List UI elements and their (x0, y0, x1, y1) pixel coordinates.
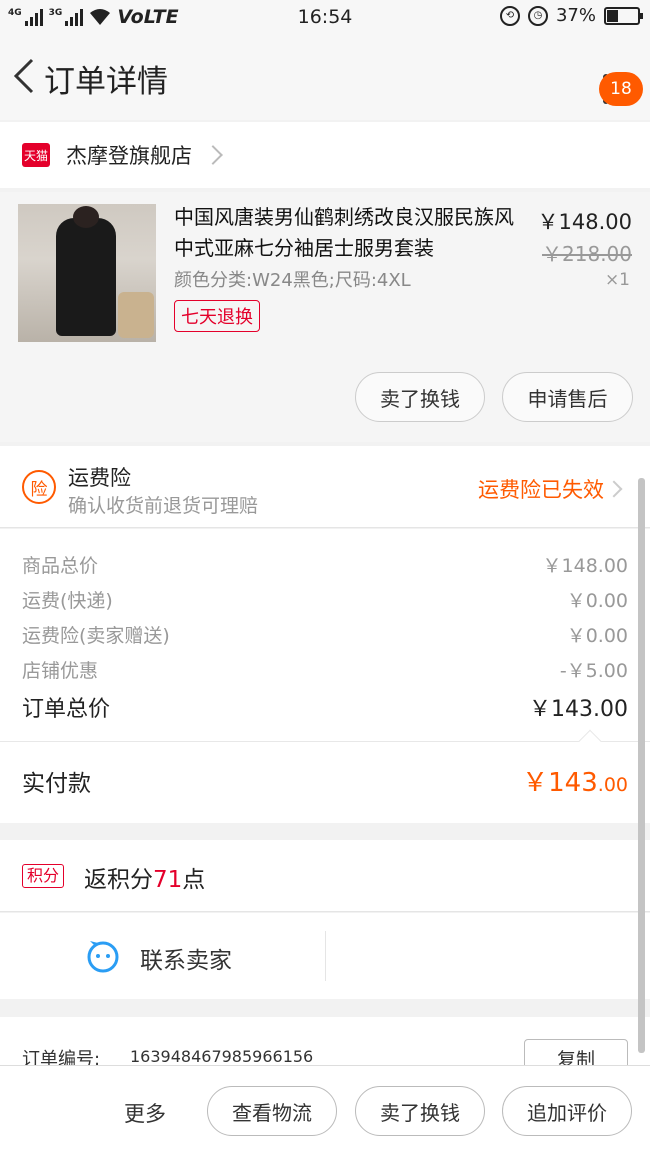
order-number-row: 订单编号: 163948467985966156 复制 (0, 1017, 650, 1067)
points-suffix: 点 (182, 867, 206, 893)
product-spec: 颜色分类:W24黑色;尺码:4XL (174, 270, 411, 291)
back-icon[interactable] (10, 56, 40, 96)
notification-badge: 18 (599, 72, 643, 106)
order-total-label: 订单总价 (22, 697, 111, 722)
product-quantity: ×1 (604, 270, 630, 290)
cost-value: ￥148.00 (542, 555, 628, 577)
copy-button[interactable]: 复制 (524, 1039, 628, 1067)
shop-name: 杰摩登旗舰店 (66, 144, 192, 168)
shop-row[interactable]: 天猫 杰摩登旗舰店 (0, 122, 650, 188)
paid-amount-row: 实付款 ￥143.00 (0, 729, 650, 823)
add-review-button[interactable]: 追加评价 (502, 1086, 632, 1136)
battery-icon (604, 6, 643, 25)
points-tag: 积分 (22, 864, 65, 888)
nav-bar: 订单详情 18 (0, 34, 650, 120)
product-original-price: ￥218.00 (542, 242, 632, 266)
points-number: 71 (153, 867, 183, 893)
insurance-title: 运费险 (68, 466, 131, 490)
insurance-icon: 险 (22, 470, 56, 504)
return-policy-badge: 七天退换 (174, 300, 260, 332)
cost-breakdown: 商品总价 ￥148.00 运费(快递) ￥0.00 运费险(卖家赠送) ￥0.0… (0, 529, 650, 741)
cost-label: 运费险(卖家赠送) (22, 625, 170, 647)
resell-button[interactable]: 卖了换钱 (355, 372, 485, 422)
after-sales-button[interactable]: 申请售后 (502, 372, 633, 422)
tmall-icon: 天猫 (22, 143, 50, 167)
bottom-action-bar: 更多 查看物流 卖了换钱 追加评价 (0, 1065, 650, 1155)
cost-row: 店铺优惠 -￥5.00 (22, 656, 628, 683)
status-right: ⟲ ◷ 37% (499, 5, 643, 26)
insurance-subtitle: 确认收货前退货可理赔 (68, 495, 259, 517)
page-title: 订单详情 (44, 64, 168, 100)
paid-amount-dec: .00 (597, 774, 628, 796)
cost-label: 店铺优惠 (22, 660, 99, 682)
status-bar: 4G 3G VoLTE 16:54 ⟲ ◷ 37% (0, 0, 650, 34)
paid-amount-int: ￥143 (522, 768, 598, 798)
product-image[interactable] (18, 204, 156, 342)
product-price: ￥148.00 (537, 210, 632, 234)
points-text: 返积分71点 (84, 860, 205, 894)
points-prefix: 返积分 (84, 867, 153, 893)
order-total-value: ￥143.00 (529, 697, 628, 722)
paid-label: 实付款 (22, 771, 91, 797)
cost-value: ￥0.00 (566, 590, 628, 612)
cost-value: -￥5.00 (559, 660, 628, 682)
alarm-icon: ◷ (527, 5, 548, 26)
scrollbar[interactable] (638, 478, 645, 1053)
divider (325, 931, 326, 981)
cost-label: 商品总价 (22, 555, 99, 577)
product-title[interactable]: 中国风唐装男仙鹤刺绣改良汉服民族风中式亚麻七分袖居士服男套装 (174, 202, 524, 264)
contact-seller-button[interactable]: 联系卖家 (140, 941, 232, 975)
order-number-value: 163948467985966156 (130, 1047, 314, 1066)
order-number-label: 订单编号: (22, 1049, 101, 1067)
paid-amount: ￥143.00 (522, 762, 628, 799)
more-button[interactable]: 更多 (124, 1098, 166, 1128)
cost-value: ￥0.00 (566, 625, 628, 647)
contact-seller-row: 联系卖家 (0, 913, 650, 999)
track-logistics-button[interactable]: 查看物流 (207, 1086, 337, 1136)
points-row: 积分 返积分71点 (0, 840, 650, 912)
battery-percent: 37% (555, 5, 596, 26)
order-total-row: 订单总价 ￥143.00 (22, 691, 628, 723)
freight-insurance-row[interactable]: 险 运费险 确认收货前退货可理赔 运费险已失效 (0, 446, 650, 528)
insurance-status: 运费险已失效 (478, 478, 604, 502)
product-card[interactable]: 中国风唐装男仙鹤刺绣改良汉服民族风中式亚麻七分袖居士服男套装 颜色分类:W24黑… (0, 192, 650, 442)
cost-label: 运费(快递) (22, 590, 113, 612)
chevron-right-icon (203, 145, 223, 165)
chat-bubble-icon[interactable] (86, 939, 120, 973)
rotation-lock-icon: ⟲ (499, 5, 520, 26)
cost-row: 运费险(卖家赠送) ￥0.00 (22, 621, 628, 648)
cost-row: 商品总价 ￥148.00 (22, 551, 628, 578)
chevron-right-icon (605, 480, 623, 498)
battery-level (607, 9, 618, 22)
cost-row: 运费(快递) ￥0.00 (22, 586, 628, 613)
resell-button[interactable]: 卖了换钱 (355, 1086, 485, 1136)
